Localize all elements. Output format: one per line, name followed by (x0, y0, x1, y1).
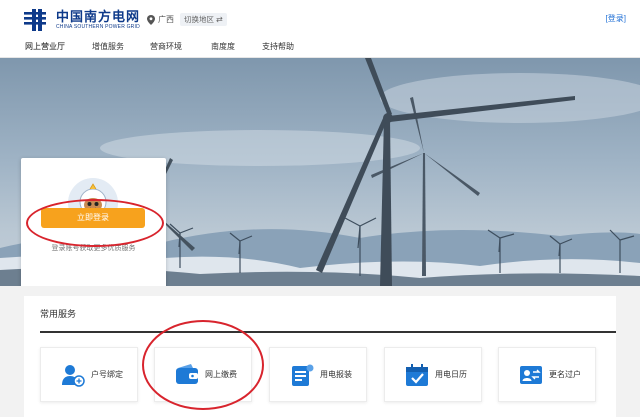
site-header: 中国南方电网 CHINA SOUTHERN POWER GRID 广西 切换地区… (0, 0, 640, 34)
calendar-icon (405, 363, 429, 387)
brand-name: 中国南方电网 (56, 10, 140, 23)
transfer-icon (519, 363, 543, 387)
service-card-online-payment[interactable]: 网上缴费 (154, 347, 252, 402)
tab-business-env[interactable]: 营商环境 (150, 41, 182, 52)
services-panel: 常用服务 户号绑定 网上缴费 (24, 296, 616, 417)
service-label: 户号绑定 (91, 369, 123, 380)
grid-logo-icon (24, 9, 52, 31)
tab-online-hall[interactable]: 网上营业厅 (25, 41, 65, 52)
location-pin-icon (147, 15, 155, 25)
tab-value-added[interactable]: 增值服务 (92, 41, 124, 52)
service-card-power-apply[interactable]: 用电报装 (269, 347, 367, 402)
switch-region-label: 切换地区 (184, 14, 214, 25)
login-now-button[interactable]: 立即登录 (41, 208, 145, 228)
service-card-power-calendar[interactable]: 用电日历 (384, 347, 482, 402)
wallet-icon (175, 363, 199, 387)
tab-nandudu[interactable]: 南度度 (211, 41, 235, 52)
service-label: 用电报装 (320, 369, 352, 380)
service-card-account-bind[interactable]: 户号绑定 (40, 347, 138, 402)
services-section: 常用服务 户号绑定 网上缴费 (0, 286, 640, 417)
main-nav: 网上营业厅 增值服务 营商环境 南度度 支持帮助 (0, 34, 640, 58)
header-login-link[interactable]: [登录] (606, 13, 626, 24)
tab-support[interactable]: 支持帮助 (262, 41, 294, 52)
form-icon (290, 363, 314, 387)
hero-banner: 登录账号获取更多优质服务 立即登录 (0, 58, 640, 286)
region-name: 广西 (158, 14, 174, 25)
user-bind-icon (61, 363, 85, 387)
swap-icon: ⇄ (216, 15, 223, 24)
services-divider (40, 331, 616, 333)
services-title: 常用服务 (40, 307, 76, 320)
service-card-rename-transfer[interactable]: 更名过户 (498, 347, 596, 402)
service-label: 更名过户 (549, 369, 581, 380)
switch-region-button[interactable]: 切换地区 ⇄ (180, 13, 227, 26)
service-label: 网上缴费 (205, 369, 237, 380)
brand-logo[interactable]: 中国南方电网 CHINA SOUTHERN POWER GRID (24, 9, 140, 31)
service-label: 用电日历 (435, 369, 467, 380)
region-selector: 广西 切换地区 ⇄ (147, 13, 227, 26)
brand-name-en: CHINA SOUTHERN POWER GRID (56, 25, 140, 30)
login-tip-text: 登录账号获取更多优质服务 (21, 243, 166, 253)
